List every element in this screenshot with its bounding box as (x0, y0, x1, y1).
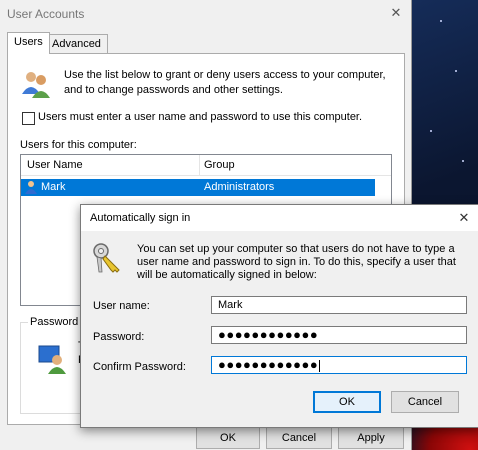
dialog-title: Automatically sign in (90, 212, 191, 224)
row-user-name: Mark (41, 181, 66, 193)
auto-signin-dialog: Automatically sign in ✕ You can set up y… (80, 204, 478, 428)
row-group: Administrators (204, 181, 275, 193)
title-bar: Automatically sign in ✕ (81, 205, 478, 231)
users-list-label: Users for this computer: (20, 139, 137, 151)
confirm-password-value: ●●●●●●●●●●●● (218, 357, 319, 372)
star (462, 160, 464, 162)
star (440, 20, 442, 22)
close-icon[interactable]: ✕ (455, 209, 473, 227)
cancel-button[interactable]: Cancel (266, 427, 332, 449)
password-label: Password: (93, 331, 145, 343)
table-row[interactable]: Mark Administrators (21, 179, 375, 196)
apply-button[interactable]: Apply (338, 427, 404, 449)
user-row-icon (25, 181, 37, 194)
dialog-title: User Accounts (7, 7, 85, 21)
users-group-icon (22, 72, 50, 98)
tab-advanced[interactable]: Advanced (45, 34, 108, 54)
close-icon[interactable]: ✕ (386, 3, 406, 23)
list-header: User Name Group (21, 155, 391, 176)
star (455, 70, 457, 72)
password-field[interactable]: ●●●●●●●●●●●● (211, 326, 467, 344)
description-text: You can set up your computer so that use… (137, 243, 456, 281)
username-field[interactable]: Mark (211, 296, 467, 314)
cancel-button[interactable]: Cancel (391, 391, 459, 413)
star (430, 130, 432, 132)
column-user-name[interactable]: User Name (27, 159, 83, 171)
text-caret (319, 359, 321, 372)
column-divider[interactable] (199, 155, 200, 175)
user-password-icon (38, 345, 66, 374)
intro-text: Use the list below to grant or deny user… (64, 69, 386, 96)
confirm-password-label: Confirm Password: (93, 361, 186, 373)
require-password-label[interactable]: Users must enter a user name and passwor… (38, 111, 362, 123)
keys-icon (93, 243, 120, 273)
username-label: User name: (93, 300, 150, 312)
confirm-password-field[interactable]: ●●●●●●●●●●●● (211, 356, 467, 374)
ok-button[interactable]: OK (313, 391, 381, 413)
require-password-checkbox[interactable] (22, 112, 35, 125)
column-group[interactable]: Group (204, 159, 235, 171)
ok-button[interactable]: OK (196, 427, 260, 449)
tab-users[interactable]: Users (7, 32, 50, 54)
